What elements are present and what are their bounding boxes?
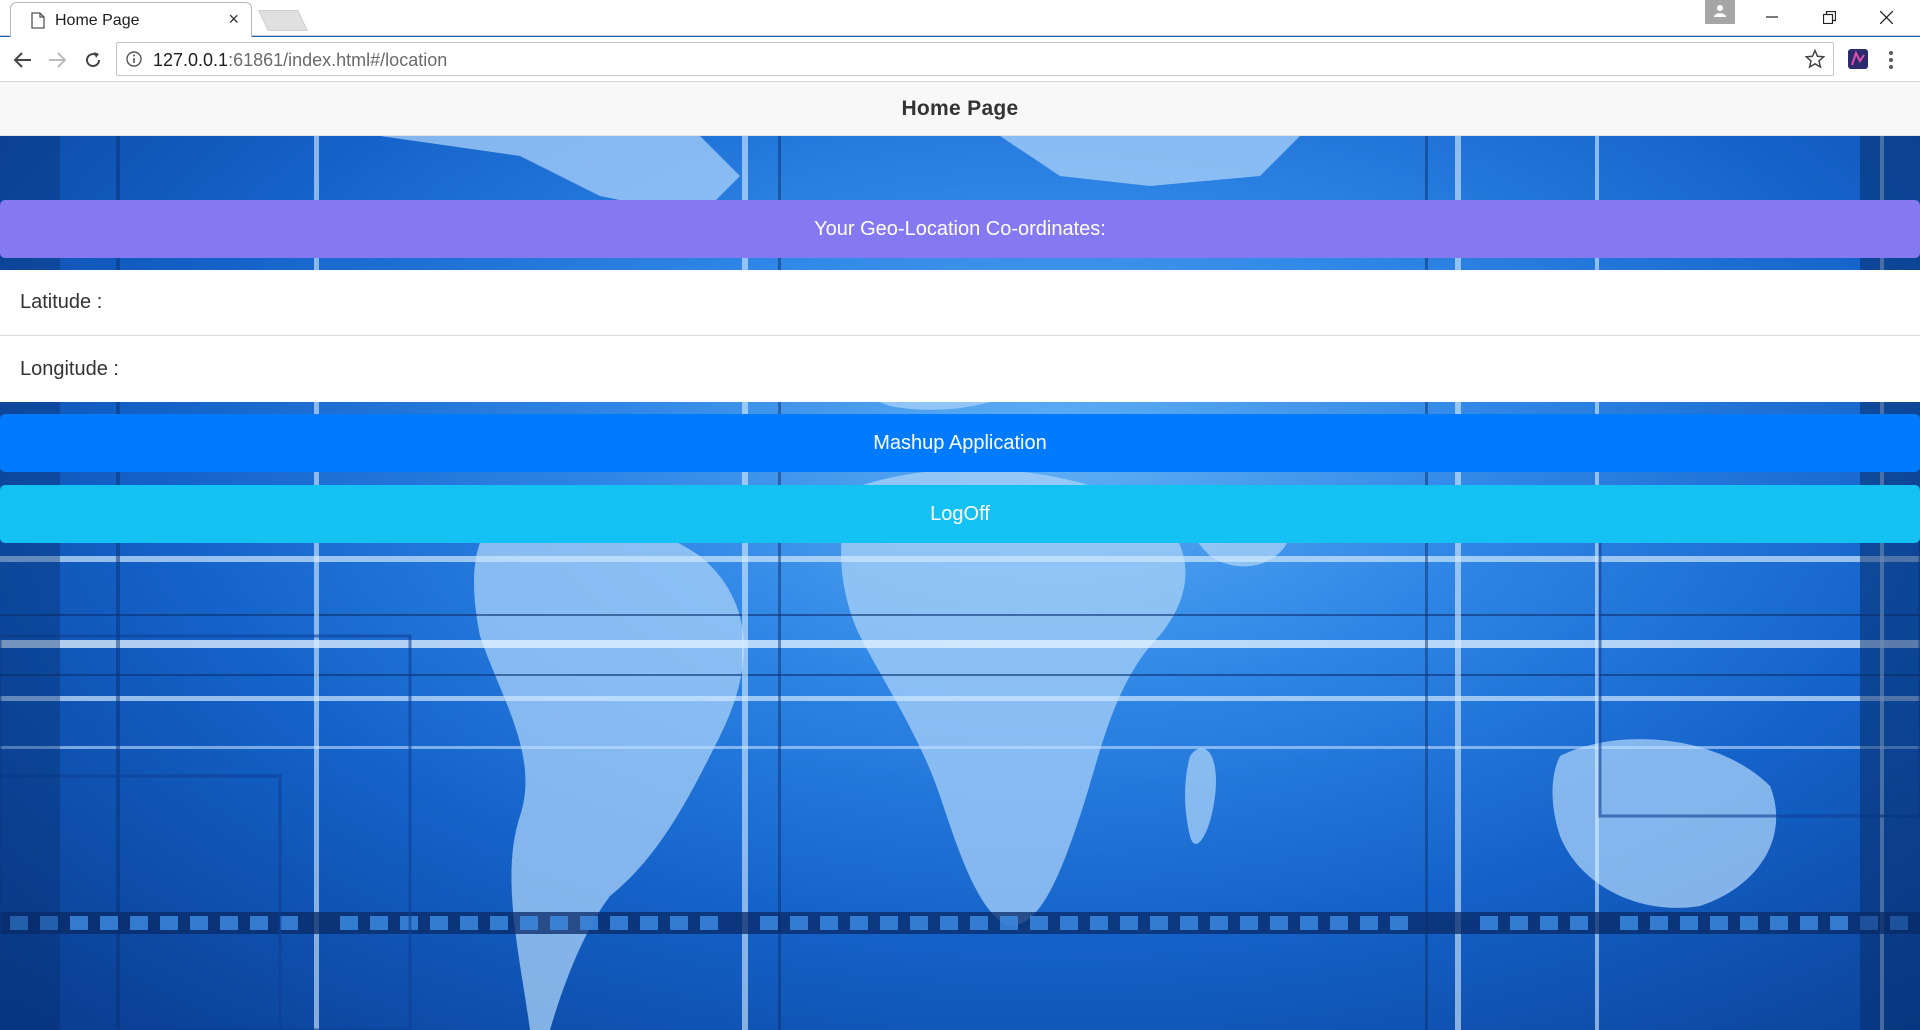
address-bar[interactable]: 127.0.0.1:61861/index.html#/location: [116, 42, 1834, 76]
page-navbar: Home Page: [0, 82, 1920, 136]
profile-icon[interactable]: [1705, 0, 1735, 24]
latitude-label: Latitude :: [20, 291, 103, 313]
latitude-row: Latitude :: [0, 270, 1920, 336]
close-icon[interactable]: ×: [228, 9, 239, 30]
geo-location-header: Your Geo-Location Co-ordinates:: [0, 200, 1920, 258]
forward-icon[interactable]: [44, 47, 70, 73]
logoff-button[interactable]: LogOff: [0, 485, 1920, 543]
menu-icon[interactable]: [1886, 47, 1896, 73]
longitude-row: Longitude :: [0, 336, 1920, 402]
coordinates-panel: Latitude : Longitude :: [0, 270, 1920, 402]
page-title: Home Page: [901, 96, 1019, 120]
mashup-application-button[interactable]: Mashup Application: [0, 414, 1920, 472]
url-path: :61861/index.html#/location: [228, 50, 448, 70]
info-icon[interactable]: [126, 51, 142, 67]
tab-strip: Home Page ×: [0, 0, 1920, 37]
tab-title: Home Page: [55, 12, 140, 29]
url-text[interactable]: 127.0.0.1:61861/index.html#/location: [153, 50, 447, 71]
star-icon[interactable]: [1805, 49, 1825, 69]
restore-icon[interactable]: [1801, 0, 1857, 34]
browser-toolbar: 127.0.0.1:61861/index.html#/location: [0, 37, 1920, 82]
reload-icon[interactable]: [80, 47, 106, 73]
longitude-label: Longitude :: [20, 357, 119, 380]
window-close-icon[interactable]: [1858, 0, 1914, 34]
url-host: 127.0.0.1: [153, 50, 229, 70]
page-icon: [31, 12, 45, 29]
minimize-icon[interactable]: [1744, 0, 1800, 34]
new-tab-button[interactable]: [258, 10, 308, 31]
extension-icon[interactable]: [1847, 48, 1869, 70]
page-viewport: Home Page Your Geo-Location Co-ordinates…: [0, 82, 1920, 1030]
browser-tab[interactable]: Home Page ×: [10, 2, 252, 37]
back-icon[interactable]: [10, 47, 36, 73]
